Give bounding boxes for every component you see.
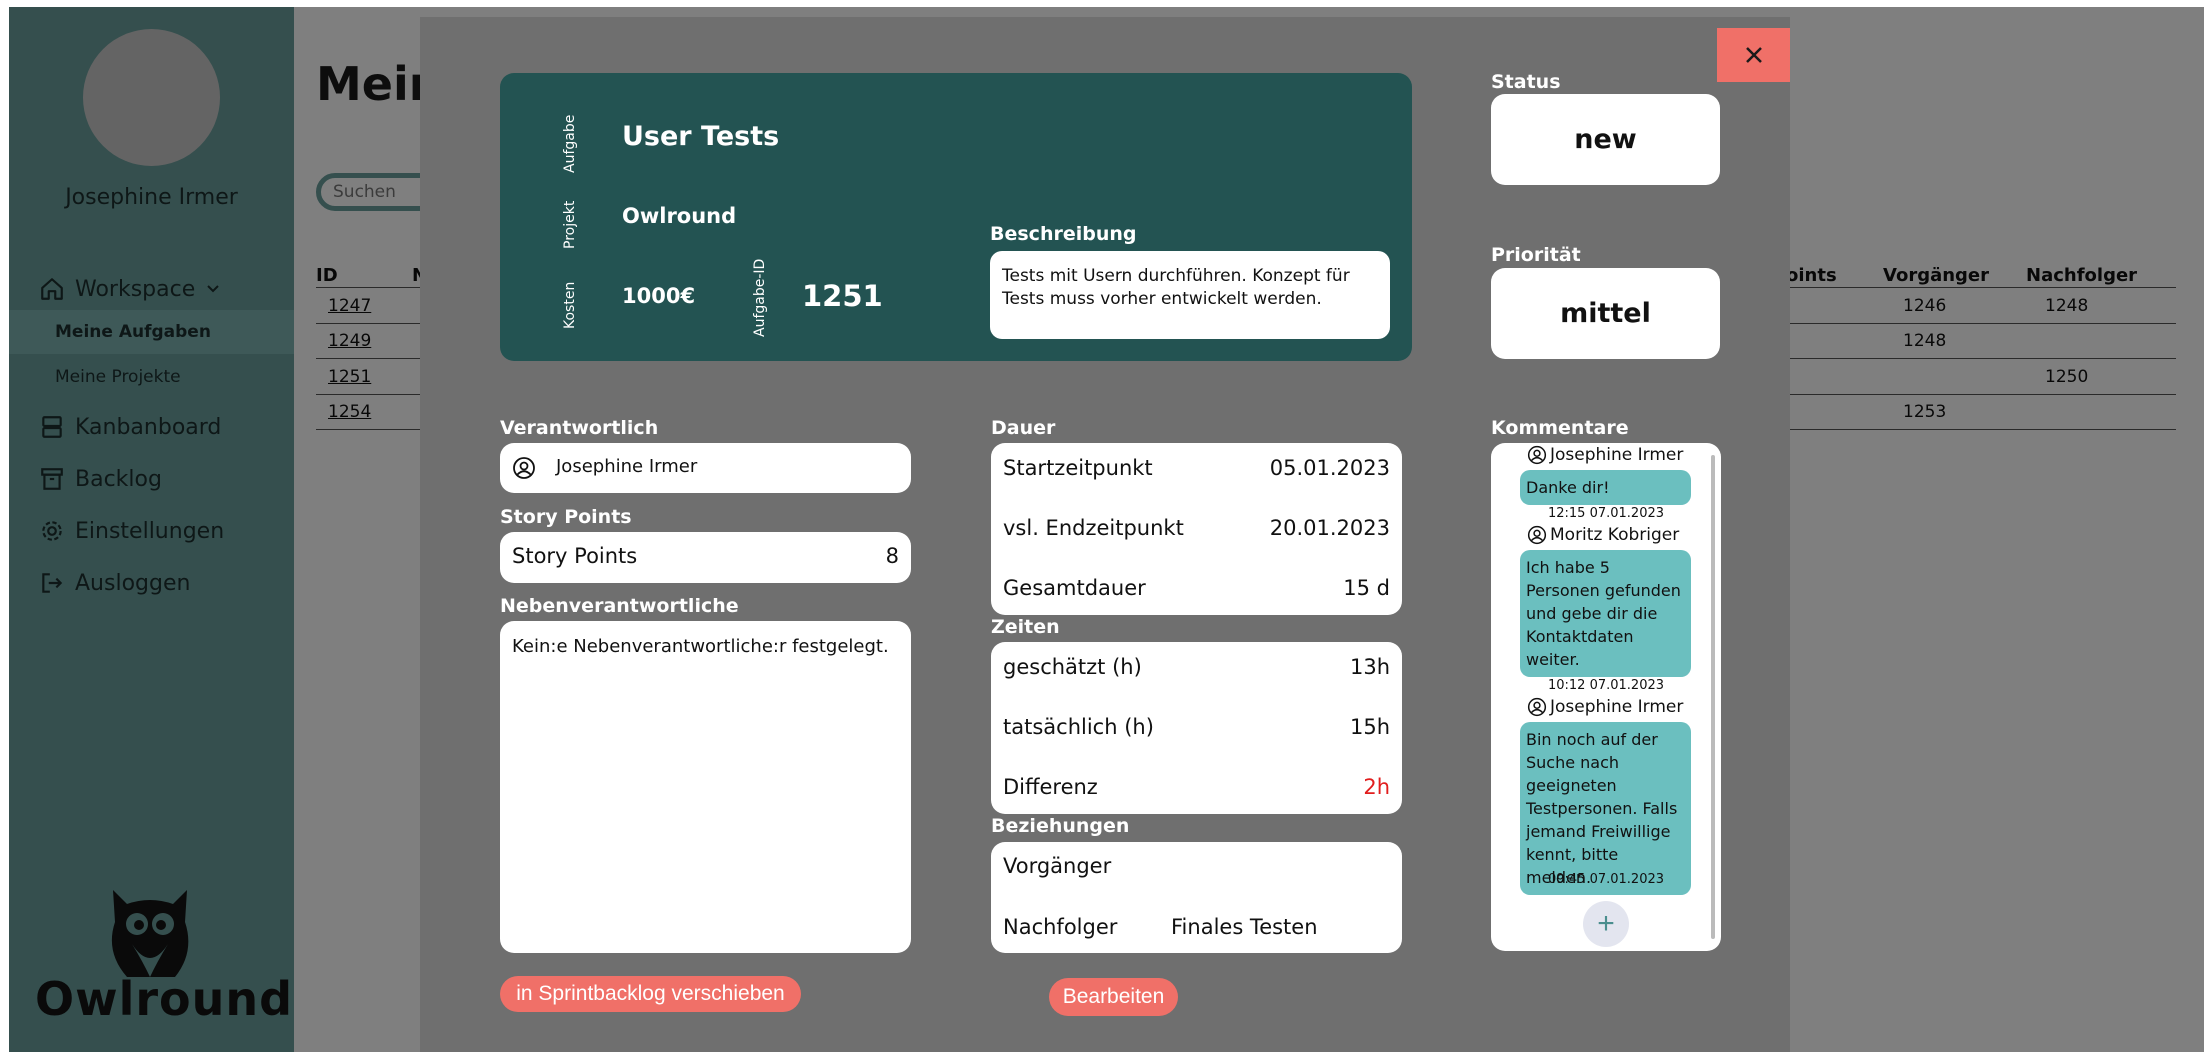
start-label: Startzeitpunkt [1003, 456, 1153, 480]
estimated-label: geschätzt (h) [1003, 655, 1142, 679]
comment-timestamp: 10:12 07.01.2023 [1547, 678, 1665, 693]
task-detail-modal: Aufgabe User Tests Projekt Owlround Kost… [420, 17, 1790, 1052]
comment-author: Josephine Irmer [1527, 445, 1683, 465]
responsible-label: Verantwortlich [500, 417, 659, 439]
close-icon [1745, 47, 1762, 63]
successor-value[interactable]: Finales Testen [1171, 915, 1318, 939]
add-comment-button[interactable]: + [1583, 901, 1629, 947]
times-label: Zeiten [991, 616, 1060, 638]
relations-box: Vorgänger Nachfolger Finales Testen [991, 842, 1402, 953]
predecessor-label: Vorgänger [1003, 854, 1112, 878]
task-label: Aufgabe [562, 114, 578, 173]
duration-label: Dauer [991, 417, 1056, 439]
co-responsible-label: Nebenverantwortliche [500, 595, 739, 617]
priority-badge: mittel [1491, 268, 1720, 359]
comment-bubble: Danke dir! [1520, 470, 1691, 505]
status-label: Status [1491, 71, 1561, 93]
user-circle-icon [1527, 525, 1547, 545]
close-button[interactable] [1717, 28, 1790, 82]
relations-label: Beziehungen [991, 815, 1130, 837]
comment-bubble: Ich habe 5 Personen gefunden und gebe di… [1520, 550, 1691, 677]
description-text: Tests mit Usern durchführen. Konzept für… [990, 251, 1390, 339]
difference-value: 2h [1363, 775, 1390, 799]
actual-label: tatsächlich (h) [1003, 715, 1154, 739]
comment-author: Josephine Irmer [1527, 697, 1683, 717]
story-points-field-label: Story Points [512, 544, 638, 568]
estimated-value: 13h [1349, 655, 1390, 679]
comment-timestamp: 12:15 07.01.2023 [1547, 506, 1665, 521]
cost-label: Kosten [562, 281, 578, 329]
comment-bubble: Bin noch auf der Suche nach geeigneten T… [1520, 722, 1691, 895]
story-points-value: 8 [885, 544, 899, 568]
total-duration-label: Gesamtdauer [1003, 576, 1146, 600]
task-header-card: Aufgabe User Tests Projekt Owlround Kost… [500, 73, 1412, 361]
cost-value: 1000€ [622, 284, 696, 308]
project-label: Projekt [562, 200, 578, 249]
move-to-sprint-backlog-button[interactable]: in Sprintbacklog verschieben [500, 976, 801, 1012]
story-points-label: Story Points [500, 506, 632, 528]
actual-value: 15h [1349, 715, 1390, 739]
comments-panel[interactable]: Josephine Irmer Danke dir! 12:15 07.01.2… [1491, 443, 1721, 951]
responsible-name: Josephine Irmer [556, 456, 698, 477]
comment-author-name: Josephine Irmer [1550, 697, 1684, 717]
plus-icon: + [1597, 907, 1615, 940]
app-window: Josephine Irmer Workspace Meine Aufgaben… [9, 7, 2204, 1052]
successor-label: Nachfolger [1003, 915, 1118, 939]
end-value: 20.01.2023 [1269, 516, 1390, 540]
comment-timestamp: 09:45 07.01.2023 [1547, 872, 1665, 887]
end-label: vsl. Endzeitpunkt [1003, 516, 1184, 540]
task-id-value: 1251 [802, 279, 883, 313]
times-box: geschätzt (h) 13h tatsächlich (h) 15h Di… [991, 642, 1402, 814]
edit-button[interactable]: Bearbeiten [1049, 978, 1178, 1016]
comment-author: Moritz Kobriger [1527, 525, 1679, 545]
user-circle-icon [1527, 445, 1547, 465]
co-responsible-box: Kein:e Nebenverantwortliche:r festgelegt… [500, 621, 911, 953]
comment-author-name: Moritz Kobriger [1550, 525, 1680, 545]
duration-box: Startzeitpunkt 05.01.2023 vsl. Endzeitpu… [991, 443, 1402, 615]
start-value: 05.01.2023 [1269, 456, 1390, 480]
project-name: Owlround [622, 204, 737, 228]
story-points-field: Story Points 8 [500, 532, 911, 583]
co-responsible-text: Kein:e Nebenverantwortliche:r festgelegt… [512, 636, 889, 657]
comments-label: Kommentare [1491, 417, 1629, 439]
comment-author-name: Josephine Irmer [1550, 445, 1684, 465]
task-name: User Tests [622, 121, 780, 152]
status-badge: new [1491, 94, 1720, 185]
comments-scrollbar[interactable] [1711, 455, 1715, 939]
description-label: Beschreibung [990, 223, 1137, 245]
difference-label: Differenz [1003, 775, 1098, 799]
total-duration-value: 15 d [1343, 576, 1390, 600]
task-id-label: Aufgabe-ID [752, 258, 768, 337]
user-circle-icon [513, 457, 535, 479]
user-circle-icon [1527, 697, 1547, 717]
priority-label: Priorität [1491, 244, 1581, 266]
responsible-field: Josephine Irmer [500, 443, 911, 493]
